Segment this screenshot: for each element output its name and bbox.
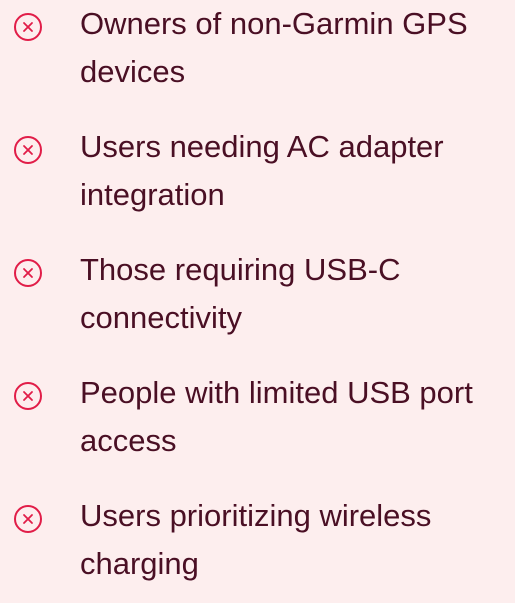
list-item: Users needing AC adapter integration	[0, 123, 515, 233]
list-item: Those requiring USB-C connectivity	[0, 246, 515, 356]
not-recommended-list: Owners of non-Garmin GPS devices Users n…	[0, 0, 515, 603]
list-item: People with limited USB port access	[0, 369, 515, 479]
list-item-text: Users needing AC adapter integration	[80, 129, 444, 212]
list-item-text: People with limited USB port access	[80, 375, 473, 458]
list-item: Owners of non-Garmin GPS devices	[0, 0, 515, 110]
x-circle-icon	[14, 382, 42, 410]
x-circle-icon	[14, 13, 42, 41]
x-circle-icon	[14, 505, 42, 533]
list-item-text: Those requiring USB-C connectivity	[80, 252, 401, 335]
list-item-text: Owners of non-Garmin GPS devices	[80, 6, 468, 89]
x-circle-icon	[14, 259, 42, 287]
list-item-text: Users prioritizing wireless charging	[80, 498, 432, 581]
x-circle-icon	[14, 136, 42, 164]
list-item: Users prioritizing wireless charging	[0, 492, 515, 602]
